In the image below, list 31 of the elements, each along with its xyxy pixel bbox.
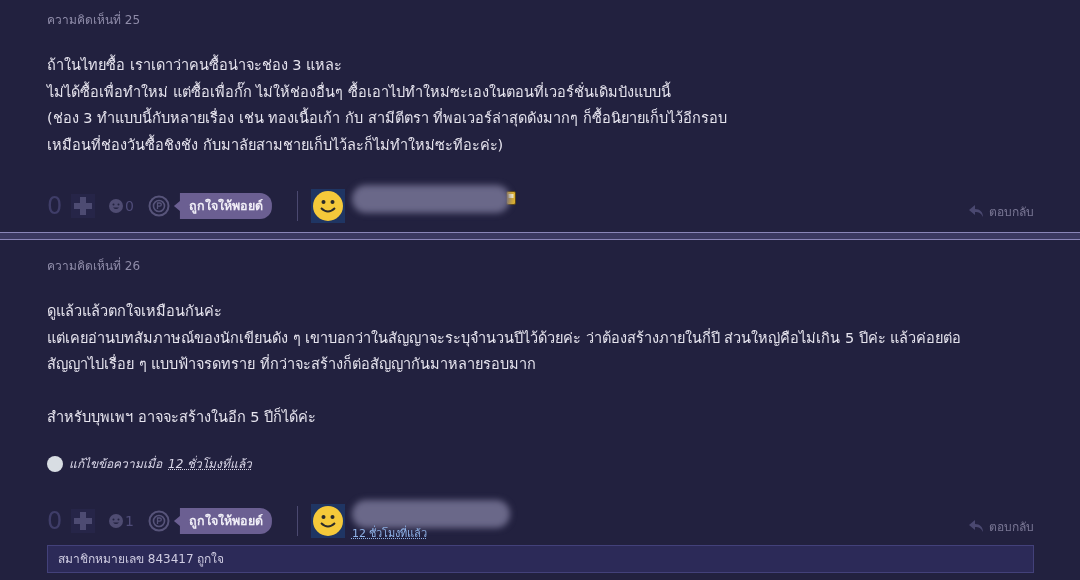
like-point-button[interactable]: ถูกใจให้พอยด์: [173, 193, 272, 219]
edit-note: แก้ไขข้อความเมื่อ: [69, 454, 162, 473]
likes-note: สมาชิกหมายเลข 843417 ถูกใจ: [47, 545, 1034, 573]
smiley-avatar-icon: [310, 189, 345, 223]
comment-text: เหมือนที่ช่องวันซื้อชิงชัง กับมาลัยสามชายเก็บไว้ละก็ไม่ทำใหม่ซะทีอะค่ะ): [47, 133, 505, 155]
emoji-count: 0: [125, 198, 134, 214]
reply-button[interactable]: ตอบกลับ: [969, 201, 1034, 221]
comment-text: สัญญาไปเรื่อย ๆ แบบฟ้าจรดทราย ที่กว่าจะสร้างก็ต่อสัญญากันมาหลายรอบมาก: [47, 353, 537, 374]
comment-number: ความคิดเห็นที่ 26: [47, 256, 142, 274]
comment-text: แต่เคยอ่านบทสัมภาษณ์ของนักเขียนดัง ๆ เขาบอกว่าในสัญญาจะระบุจำนวนปีไว้ด้วยค่ะ ว่าต้องสร้างภายในกี่ปี ส่วนใหญ่คือไม่เกิน 5 ปีค่ะ แล้วค่อยต่อ: [47, 327, 963, 349]
emoji-count: 1: [125, 513, 134, 529]
post-time-link[interactable]: 12 ชั่วโมงที่แล้ว: [351, 524, 428, 542]
emoji-icon: [109, 199, 123, 213]
avatar-icon: [47, 455, 63, 472]
comment-text: (ช่อง 3 ทำแบบนี้กับหลายเรื่อง เช่น ทองเนื้อเก้า กับ สามีตีตรา ที่พอเวอร์ล่าสุดดังมากๆ ก็ซื้อนิยายเก็บไว้อีกรอบ: [47, 105, 1034, 132]
comment-text: ดูแล้วแล้วตกใจเหมือนกันค่ะ: [47, 302, 223, 322]
plus-icon[interactable]: [71, 509, 95, 533]
like-point-button[interactable]: ถูกใจให้พอยด์: [173, 508, 272, 534]
emoji-icon: [109, 514, 123, 528]
smiley-avatar-icon: [310, 504, 345, 538]
reply-arrow-icon: [969, 205, 983, 217]
comment-text: ถ้าในไทยซื้อ เราเดาว่าคนซื้อน่าจะช่อง 3 แหละ: [47, 52, 1034, 79]
comment-text: ไม่ได้ซื้อเพื่อทำใหม่ แต่ซื้อเพื่อกั๊ก ไม่ให้ช่องอื่นๆ ซื้อเอาไปทำใหม่ซะเองในตอนที่เวอร์ชั่นเดิมปังแบบนี้: [47, 80, 672, 102]
plus-icon[interactable]: [71, 194, 95, 218]
point-icon: [147, 195, 170, 217]
comment-text: สำหรับบุพเพฯ อาจจะสร้างในอีก 5 ปีก็ได้ค่ะ: [47, 406, 318, 428]
point-icon: [147, 510, 170, 532]
edit-time-link[interactable]: 12 ชั่วโมงที่แล้ว: [168, 454, 253, 473]
reply-arrow-icon: [969, 520, 983, 532]
comment-number: ความคิดเห็นที่ 25: [47, 10, 142, 28]
reply-button[interactable]: ตอบกลับ: [969, 516, 1034, 536]
